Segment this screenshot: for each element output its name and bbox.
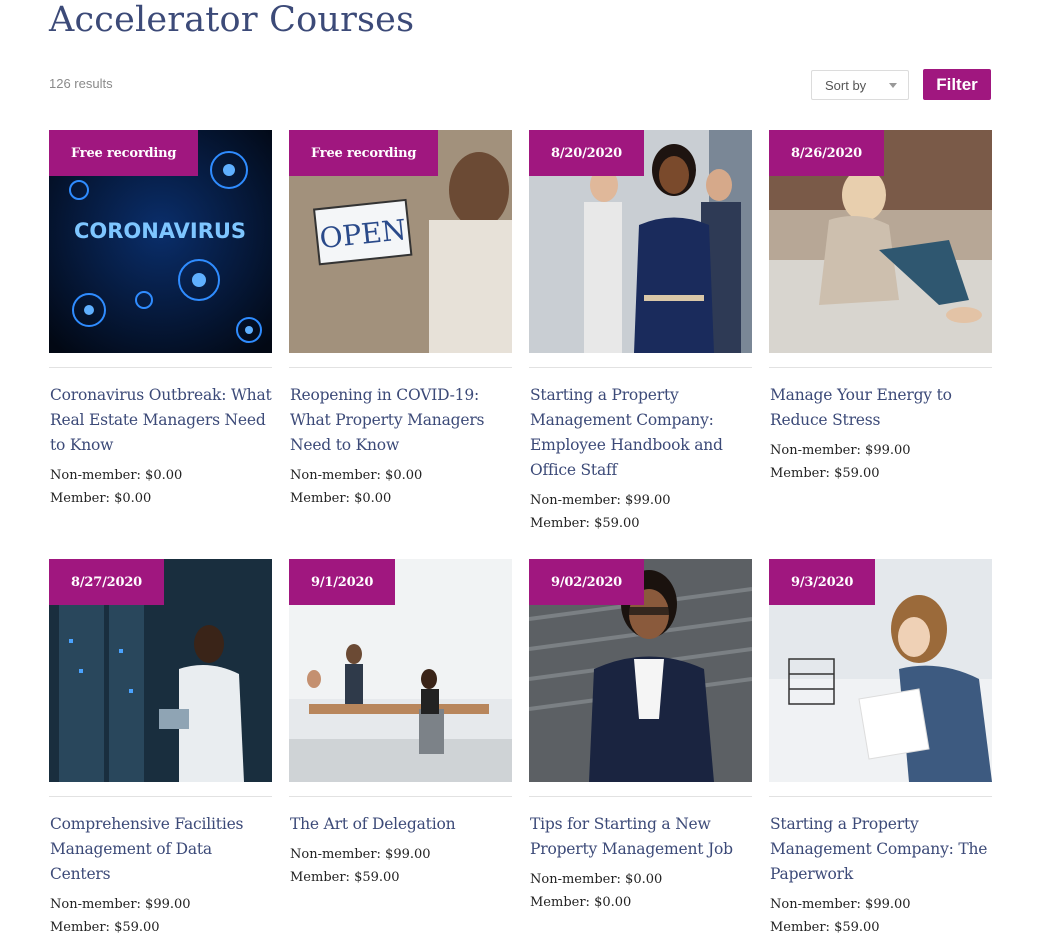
professional-woman-image[interactable]: 9/02/2020 [529, 559, 752, 782]
badge: 8/26/2020 [769, 130, 885, 176]
course-title[interactable]: The Art of Delegation [290, 812, 512, 837]
course-title[interactable]: Coronavirus Outbreak: What Real Estate M… [50, 383, 272, 458]
member-price: Member: $59.00 [290, 870, 400, 885]
course-title[interactable]: Reopening in COVID-19: What Property Man… [290, 383, 512, 458]
course-title[interactable]: Starting a Property Management Company: … [530, 383, 752, 483]
nonmember-price: Non-member: $99.00 [530, 493, 671, 508]
nonmember-price: Non-member: $99.00 [770, 443, 911, 458]
badge: 9/02/2020 [529, 559, 645, 605]
member-price: Member: $59.00 [770, 920, 880, 935]
divider [49, 367, 272, 368]
divider [769, 796, 992, 797]
member-price: Member: $0.00 [530, 895, 632, 910]
paperwork-image[interactable]: 9/3/2020 [769, 559, 992, 782]
course-card[interactable]: 9/02/2020 Tips for Starting a New Proper… [529, 559, 752, 939]
nonmember-price: Non-member: $0.00 [50, 468, 183, 483]
divider [289, 367, 512, 368]
nonmember-price: Non-member: $0.00 [530, 872, 663, 887]
divider [529, 367, 752, 368]
filter-button[interactable]: Filter [923, 69, 991, 100]
course-card[interactable]: 8/20/2020 Starting a Property Management… [529, 130, 752, 559]
divider [49, 796, 272, 797]
course-card[interactable]: 8/27/2020 Comprehensive Facilities Manag… [49, 559, 272, 939]
course-card[interactable]: 9/3/2020 Starting a Property Management … [769, 559, 992, 939]
member-price: Member: $59.00 [530, 516, 640, 531]
chevron-down-icon [889, 83, 897, 88]
badge: 8/20/2020 [529, 130, 645, 176]
badge: Free recording [289, 130, 439, 176]
member-price: Member: $0.00 [290, 491, 392, 506]
open-sign-image[interactable]: OPEN Free recording [289, 130, 512, 353]
course-card[interactable]: 9/1/2020 The Art of Delegation Non-membe… [289, 559, 512, 939]
relaxing-woman-image[interactable]: 8/26/2020 [769, 130, 992, 353]
badge: 8/27/2020 [49, 559, 165, 605]
divider [529, 796, 752, 797]
member-price: Member: $59.00 [770, 466, 880, 481]
course-title[interactable]: Starting a Property Management Company: … [770, 812, 992, 887]
course-grid: CORONAVIRUS Free recording Coronavirus O… [49, 130, 992, 939]
coronavirus-image-text: CORONAVIRUS [74, 219, 246, 243]
badge: 9/1/2020 [289, 559, 396, 605]
course-card[interactable]: OPEN Free recording Reopening in COVID-1… [289, 130, 512, 559]
member-price: Member: $59.00 [50, 920, 160, 935]
office-meeting-image[interactable]: 9/1/2020 [289, 559, 512, 782]
course-title[interactable]: Comprehensive Facilities Management of D… [50, 812, 272, 887]
page-title: Accelerator Courses [49, 0, 415, 40]
course-title[interactable]: Tips for Starting a New Property Managem… [530, 812, 752, 862]
nonmember-price: Non-member: $99.00 [290, 847, 431, 862]
results-count: 126 results [49, 76, 113, 91]
badge: 9/3/2020 [769, 559, 876, 605]
nonmember-price: Non-member: $0.00 [290, 468, 423, 483]
sort-select[interactable]: Sort by [811, 70, 909, 100]
badge: Free recording [49, 130, 199, 176]
data-center-image[interactable]: 8/27/2020 [49, 559, 272, 782]
nonmember-price: Non-member: $99.00 [50, 897, 191, 912]
member-price: Member: $0.00 [50, 491, 152, 506]
team-photo-image[interactable]: 8/20/2020 [529, 130, 752, 353]
divider [769, 367, 992, 368]
sort-select-label: Sort by [825, 77, 867, 93]
course-card[interactable]: 8/26/2020 Manage Your Energy to Reduce S… [769, 130, 992, 559]
coronavirus-image[interactable]: CORONAVIRUS Free recording [49, 130, 272, 353]
course-title[interactable]: Manage Your Energy to Reduce Stress [770, 383, 992, 433]
nonmember-price: Non-member: $99.00 [770, 897, 911, 912]
course-card[interactable]: CORONAVIRUS Free recording Coronavirus O… [49, 130, 272, 559]
divider [289, 796, 512, 797]
